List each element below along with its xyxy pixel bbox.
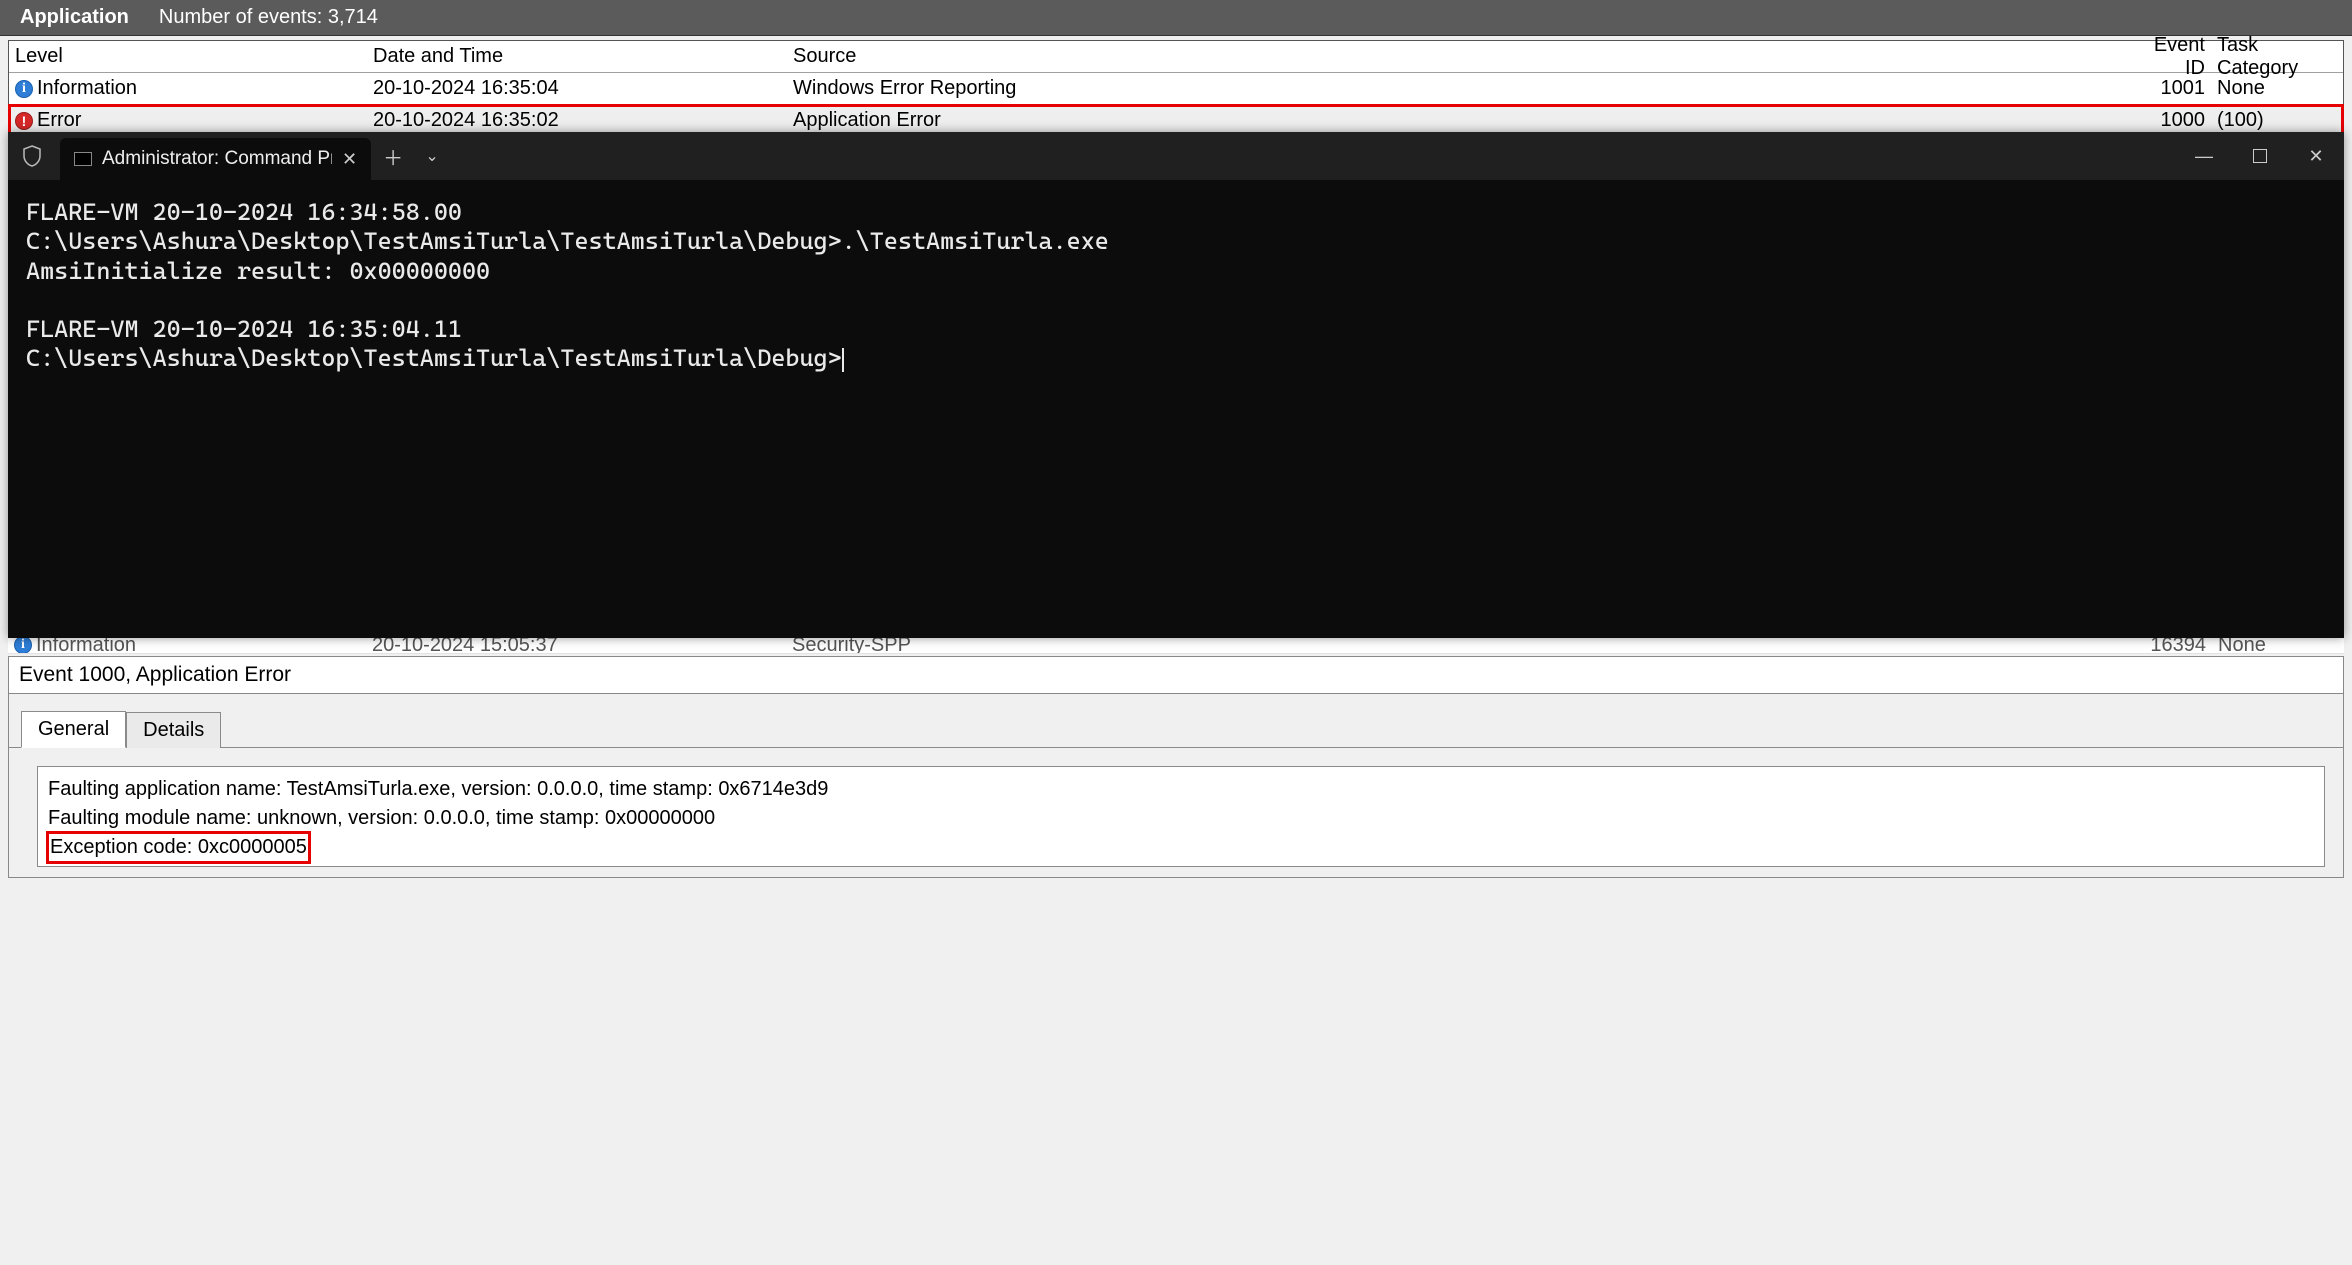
row-level: Information xyxy=(36,636,136,654)
col-source[interactable]: Source xyxy=(793,45,1353,68)
row-eventid: 1001 xyxy=(2149,77,2209,100)
minimize-button[interactable] xyxy=(2176,132,2232,180)
row-eventid: 16394 xyxy=(2150,636,2210,654)
row-level: Error xyxy=(37,109,81,132)
tab-dropdown-icon[interactable]: ⌄ xyxy=(415,132,449,180)
info-icon: i xyxy=(14,636,32,654)
close-button[interactable] xyxy=(2288,132,2344,180)
eventviewer-topbar: Application Number of events: 3,714 xyxy=(0,0,2352,36)
row-date: 20-10-2024 16:35:04 xyxy=(373,77,793,100)
terminal-window: Administrator: Command Prom ✕ ＋ ⌄ FLARE-… xyxy=(8,132,2344,638)
row-source: Security-SPP xyxy=(792,636,1352,654)
details-tabs: General Details xyxy=(9,694,2343,748)
exception-code-highlight: Exception code: 0xc0000005 xyxy=(48,833,309,862)
log-name: Application xyxy=(20,6,129,29)
details-pane: Event 1000, Application Error General De… xyxy=(8,656,2344,878)
row-task: (100) xyxy=(2209,109,2339,132)
details-title: Event 1000, Application Error xyxy=(9,657,2343,694)
detail-box: Faulting application name: TestAmsiTurla… xyxy=(37,766,2325,867)
tab-close-icon[interactable]: ✕ xyxy=(342,149,357,170)
detail-line: Faulting application name: TestAmsiTurla… xyxy=(48,775,2314,804)
col-level[interactable]: Level xyxy=(13,45,373,68)
detail-line: Faulting module name: unknown, version: … xyxy=(48,804,2314,833)
event-count: Number of events: 3,714 xyxy=(159,6,378,29)
tab-general[interactable]: General xyxy=(21,711,126,748)
row-eventid: 1000 xyxy=(2149,109,2209,132)
detail-line: Exception code: 0xc0000005 xyxy=(48,833,2314,862)
col-task[interactable]: Task Category xyxy=(2209,34,2339,80)
terminal-tab[interactable]: Administrator: Command Prom ✕ xyxy=(60,138,371,180)
terminal-body[interactable]: FLARE-VM 20-10-2024 16:34:58.00 C:\Users… xyxy=(8,180,2344,638)
terminal-titlebar[interactable]: Administrator: Command Prom ✕ ＋ ⌄ xyxy=(8,132,2344,180)
tab-content: Faulting application name: TestAmsiTurla… xyxy=(9,748,2343,877)
table-row[interactable]: iInformation 20-10-2024 15:05:37 Securit… xyxy=(8,636,2344,654)
row-source: Windows Error Reporting xyxy=(793,77,1353,100)
new-tab-button[interactable]: ＋ xyxy=(371,132,415,180)
row-level: Information xyxy=(37,77,137,100)
row-date: 20-10-2024 15:05:37 xyxy=(372,636,792,654)
row-task: None xyxy=(2210,636,2340,654)
shield-icon xyxy=(8,132,56,180)
error-icon: ! xyxy=(15,112,33,130)
cmd-icon xyxy=(74,152,92,166)
row-task: None xyxy=(2209,77,2339,100)
col-date[interactable]: Date and Time xyxy=(373,45,793,68)
tab-details[interactable]: Details xyxy=(126,712,221,748)
col-eventid[interactable]: Event ID xyxy=(2149,34,2209,80)
table-row[interactable]: iInformation 20-10-2024 16:35:04Windows E… xyxy=(9,73,2343,105)
terminal-tab-title: Administrator: Command Prom xyxy=(102,148,332,170)
maximize-button[interactable] xyxy=(2232,132,2288,180)
info-icon: i xyxy=(15,80,33,98)
row-source: Application Error xyxy=(793,109,1353,132)
table-header[interactable]: Level Date and Time Source Event ID Task… xyxy=(9,41,2343,73)
row-date: 20-10-2024 16:35:02 xyxy=(373,109,793,132)
